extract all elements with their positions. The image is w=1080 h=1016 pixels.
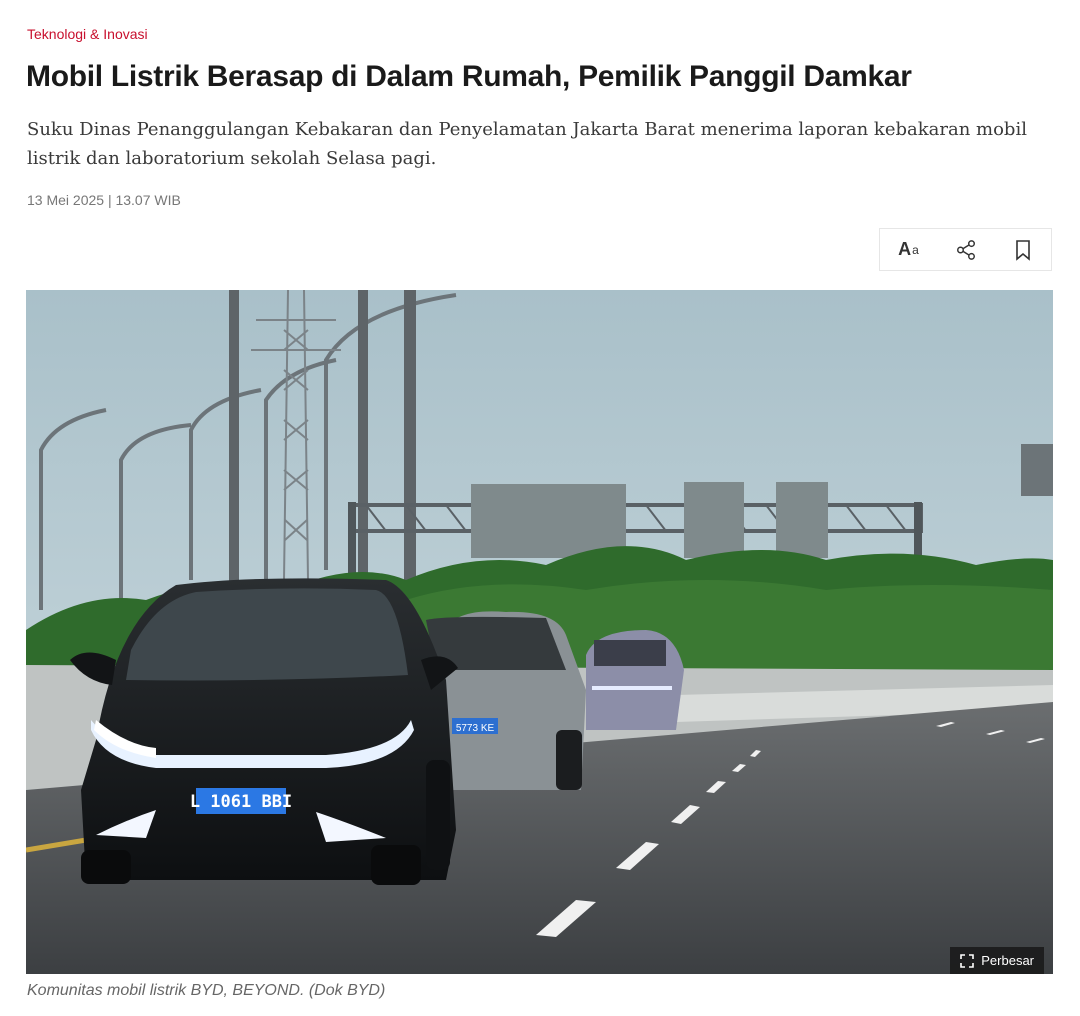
font-size-small-label: a [912,242,919,257]
category-link[interactable]: Teknologi & Inovasi [27,26,148,42]
enlarge-button[interactable]: Perbesar [950,947,1044,974]
photo-image: 5773 KE L 1061 BBI [26,290,1053,974]
article-title: Mobil Listrik Berasap di Dalam Rumah, Pe… [26,60,912,93]
share-icon [956,239,975,260]
share-button[interactable] [946,232,986,268]
second-car-plate: 5773 KE [456,723,495,734]
article-photo[interactable]: 5773 KE L 1061 BBI Perbesar [26,290,1053,974]
article-toolbar: Aa [879,228,1052,271]
photo-caption: Komunitas mobil listrik BYD, BEYOND. (Do… [27,982,386,999]
bookmark-icon [1015,239,1030,261]
front-car-plate: L 1061 BBI [190,792,292,812]
publish-date: 13 Mei 2025 | 13.07 WIB [27,192,181,208]
font-size-button[interactable]: Aa [889,232,929,268]
font-size-big-label: A [898,239,912,259]
expand-icon [960,953,975,968]
bookmark-button[interactable] [1003,232,1043,268]
article-lede: Suku Dinas Penanggulangan Kebakaran dan … [27,119,1027,169]
enlarge-label: Perbesar [981,953,1034,968]
